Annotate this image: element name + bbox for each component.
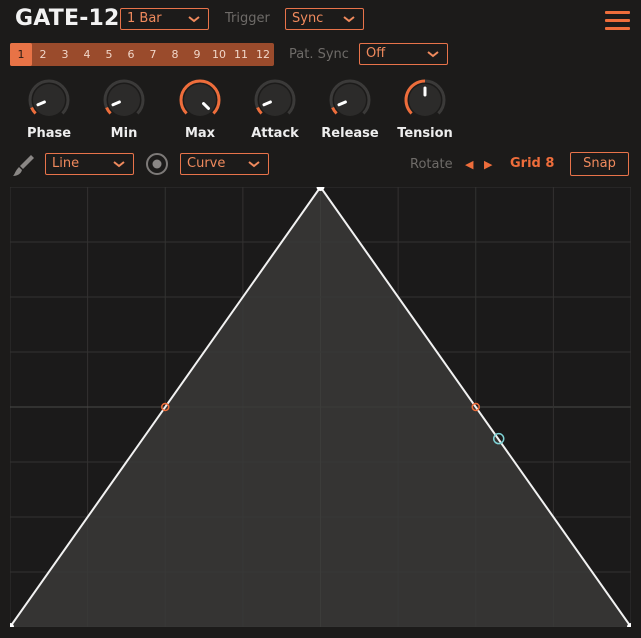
length-dropdown[interactable]: 1 Bar xyxy=(120,8,209,30)
pattern-button-9[interactable]: 9 xyxy=(186,43,208,66)
pattern-button-10[interactable]: 10 xyxy=(208,43,230,66)
pattern-button-8[interactable]: 8 xyxy=(164,43,186,66)
knob-tension[interactable] xyxy=(403,78,447,122)
chevron-down-icon xyxy=(188,16,200,23)
chevron-down-icon xyxy=(113,161,125,168)
shape-dropdown[interactable]: Line xyxy=(45,153,134,175)
pattern-button-11[interactable]: 11 xyxy=(230,43,252,66)
envelope-editor[interactable] xyxy=(6,183,635,631)
pattern-button-6[interactable]: 6 xyxy=(120,43,142,66)
pat-sync-dropdown[interactable]: Off xyxy=(359,43,448,65)
pattern-button-12[interactable]: 12 xyxy=(252,43,274,66)
knob-min[interactable] xyxy=(102,78,146,122)
chevron-down-icon xyxy=(248,161,260,168)
knob-label-phase: Phase xyxy=(26,126,72,141)
length-value: 1 Bar xyxy=(127,11,162,26)
point-mode-icon[interactable] xyxy=(145,152,169,176)
pattern-button-1[interactable]: 1 xyxy=(10,43,32,66)
snap-button[interactable]: Snap xyxy=(570,152,629,176)
pattern-button-4[interactable]: 4 xyxy=(76,43,98,66)
shape-value: Line xyxy=(52,156,80,171)
point-mode-dropdown[interactable]: Curve xyxy=(180,153,269,175)
grid-size-button[interactable]: Grid 8 xyxy=(510,156,554,171)
knob-max[interactable] xyxy=(178,78,222,122)
knob-label-min: Min xyxy=(110,126,138,141)
plugin-title: GATE-12 xyxy=(15,6,120,31)
pat-sync-label: Pat. Sync xyxy=(289,47,349,62)
paintbrush-icon[interactable] xyxy=(11,152,37,178)
point-mode-value: Curve xyxy=(187,156,226,171)
pattern-button-2[interactable]: 2 xyxy=(32,43,54,66)
hamburger-menu-icon[interactable] xyxy=(605,11,630,31)
trigger-label: Trigger xyxy=(225,11,270,26)
pattern-selector: 1 2 3 4 5 6 7 8 9 10 11 12 xyxy=(10,43,274,66)
chevron-down-icon xyxy=(343,16,355,23)
rotate-label: Rotate xyxy=(410,157,453,172)
pattern-button-7[interactable]: 7 xyxy=(142,43,164,66)
knob-attack[interactable] xyxy=(253,78,297,122)
knob-release[interactable] xyxy=(328,78,372,122)
trigger-dropdown[interactable]: Sync xyxy=(285,8,364,30)
knob-label-tension: Tension xyxy=(397,126,453,141)
pat-sync-value: Off xyxy=(366,46,386,61)
pattern-button-3[interactable]: 3 xyxy=(54,43,76,66)
knob-label-max: Max xyxy=(184,126,216,141)
knob-label-attack: Attack xyxy=(251,126,299,141)
chevron-down-icon xyxy=(427,51,439,58)
knob-label-release: Release xyxy=(321,126,379,141)
triangle-left-icon[interactable]: ◀ xyxy=(465,158,473,171)
triangle-right-icon[interactable]: ▶ xyxy=(484,158,492,171)
envelope-canvas[interactable] xyxy=(6,183,635,631)
knob-phase[interactable] xyxy=(27,78,71,122)
trigger-value: Sync xyxy=(292,11,324,26)
pattern-button-5[interactable]: 5 xyxy=(98,43,120,66)
